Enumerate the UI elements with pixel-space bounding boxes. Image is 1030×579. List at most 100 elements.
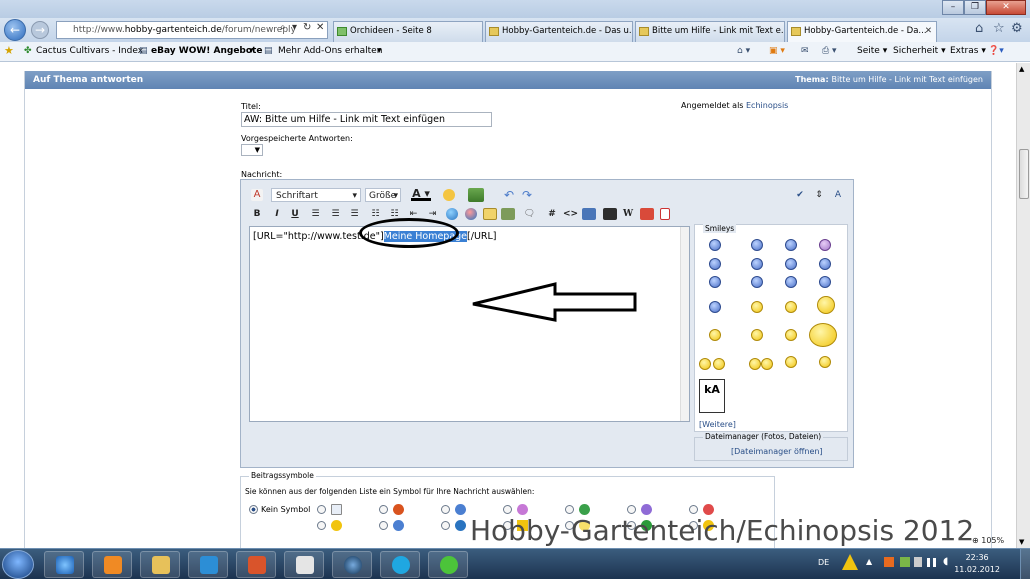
icon-radio[interactable] [441,505,450,514]
taskbar-explorer[interactable] [140,551,180,578]
smiley-icon[interactable] [785,329,797,341]
scroll-up-icon[interactable]: ▲ [1019,65,1024,73]
text-color-button[interactable]: A ▾ [411,187,431,201]
tab-bitte-um-hilfe[interactable]: Bitte um Hilfe - Link mit Text e... [635,21,785,42]
icon-radio[interactable] [379,505,388,514]
taskbar-skype[interactable] [380,551,420,578]
wikipedia-icon[interactable]: W [621,207,635,221]
language-indicator[interactable]: DE [818,558,829,567]
network-icon[interactable] [927,558,939,567]
chevron-down-icon[interactable]: ▾ [377,46,382,56]
mail-icon[interactable]: ✉ [801,46,809,56]
remove-link-icon[interactable] [465,208,477,220]
thread-title[interactable]: Bitte um Hilfe - Link mit Text einfügen [831,75,983,84]
taskbar-app[interactable] [236,551,276,578]
icon-radio[interactable] [689,505,698,514]
maximize-button[interactable]: ❐ [964,0,986,15]
smiley-icon[interactable] [785,356,797,368]
close-tab-icon[interactable]: ✕ [925,22,932,41]
smiley-icon[interactable] [713,358,725,370]
tools-gear-icon[interactable]: ⚙ [1011,21,1023,36]
php-icon[interactable] [582,208,596,220]
home-icon[interactable]: ⌂ [975,21,983,36]
smiley-icon[interactable] [709,276,721,288]
scrollbar-thumb[interactable] [1019,149,1029,199]
chevron-up-icon[interactable]: ▲ [866,557,872,566]
warning-tray-icon[interactable] [842,554,858,570]
spoiler-icon[interactable] [660,208,670,220]
smiley-icon[interactable] [785,276,797,288]
textarea-scrollbar[interactable] [680,227,689,421]
media-icon[interactable] [603,208,617,220]
tab-hobby-gartenteich-active[interactable]: Hobby-Gartenteich.de - Da... ✕ [787,21,937,42]
tab-hobby-gartenteich-1[interactable]: Hobby-Gartenteich.de - Das u... [485,21,633,42]
chevron-down-icon[interactable]: ▾ [249,46,254,56]
resize-icon[interactable]: ⇕ [814,188,824,202]
logged-in-user-link[interactable]: Echinopsis [746,101,788,110]
print-icon[interactable]: ⎙ ▾ [822,46,837,56]
smiley-icon[interactable] [819,356,831,368]
start-button[interactable] [2,550,34,579]
close-window-button[interactable]: ✕ [986,0,1026,15]
scroll-down-icon[interactable]: ▼ [1019,538,1024,546]
zoom-level[interactable]: ⊕ 105% [972,536,1004,545]
smiley-icon[interactable] [819,258,831,270]
extras-menu[interactable]: Extras ▾ [950,46,986,56]
icon-radio[interactable] [317,505,326,514]
bold-button[interactable]: B [251,207,263,221]
insert-image-icon[interactable] [501,208,515,220]
stop-icon[interactable]: ✕ [316,22,324,33]
title-input[interactable]: AW: Bitte um Hilfe - Link mit Text einfü… [241,112,492,127]
refresh-icon[interactable]: ↻ [303,22,311,33]
smiley-sign-icon[interactable]: kA [699,379,725,413]
smiley-icon[interactable] [751,239,763,251]
redo-icon[interactable]: ↷ [521,188,533,202]
font-family-select[interactable]: Schriftart ▾ [271,188,361,202]
smiley-icon[interactable] [751,276,763,288]
smiley-cool-icon[interactable] [817,296,835,314]
offtopic-icon[interactable] [640,208,654,220]
underline-button[interactable]: U [289,207,301,221]
search-icon[interactable]: ⌕ [280,22,286,33]
insert-email-icon[interactable] [483,208,497,220]
taskbar-earth[interactable] [332,551,372,578]
smiley-icon[interactable] [749,358,761,370]
home-icon[interactable]: ⌂ ▾ [737,46,750,56]
spellcheck-icon[interactable]: ✔ [794,188,806,202]
address-bar[interactable]: http://www.hobby-gartenteich.de/forum/ne… [56,21,328,39]
favorite-addons[interactable]: Mehr Add-Ons erhalten [278,46,382,56]
icon-radio[interactable] [503,505,512,514]
align-left-icon[interactable]: ☰ [309,207,322,221]
show-desktop-button[interactable] [1020,549,1030,579]
tray-app-icon[interactable] [900,557,910,567]
icon-radio[interactable] [565,505,574,514]
taskbar-hp[interactable] [284,551,324,578]
icon-radio[interactable] [441,521,450,530]
dropdown-icon[interactable]: ▾ [292,22,297,33]
saved-answers-select[interactable]: ▼ [241,144,263,156]
smiley-thumbs-up-icon[interactable] [809,323,837,347]
forward-button[interactable]: → [31,21,49,39]
volume-icon[interactable]: ◖ [943,556,948,567]
remove-format-icon[interactable]: A [251,189,263,201]
align-center-icon[interactable]: ☰ [329,207,342,221]
font-size-select[interactable]: Größe ▾ [365,188,401,202]
smiley-icon[interactable] [785,239,797,251]
smiley-icon[interactable] [751,258,763,270]
smiley-icon[interactable] [751,329,763,341]
ordered-list-icon[interactable]: ☷ [369,207,382,221]
file-manager-link[interactable]: [Dateimanager öffnen] [731,447,823,456]
smiley-icon[interactable] [699,358,711,370]
page-scrollbar[interactable]: ▲ ▼ [1016,63,1030,548]
undo-icon[interactable]: ↶ [503,188,515,202]
help-icon[interactable]: ❓▾ [988,46,1004,56]
no-icon-radio[interactable] [249,505,258,514]
favorites-star-icon[interactable]: ★ [4,44,14,57]
more-smileys-link[interactable]: [Weitere] [699,420,736,429]
switch-mode-icon[interactable]: A [831,188,845,202]
back-button[interactable]: ← [4,19,26,41]
smiley-icon[interactable] [709,301,721,313]
italic-button[interactable]: I [271,207,283,221]
taskbar-wmp[interactable] [188,551,228,578]
insert-link-icon[interactable] [446,208,458,220]
